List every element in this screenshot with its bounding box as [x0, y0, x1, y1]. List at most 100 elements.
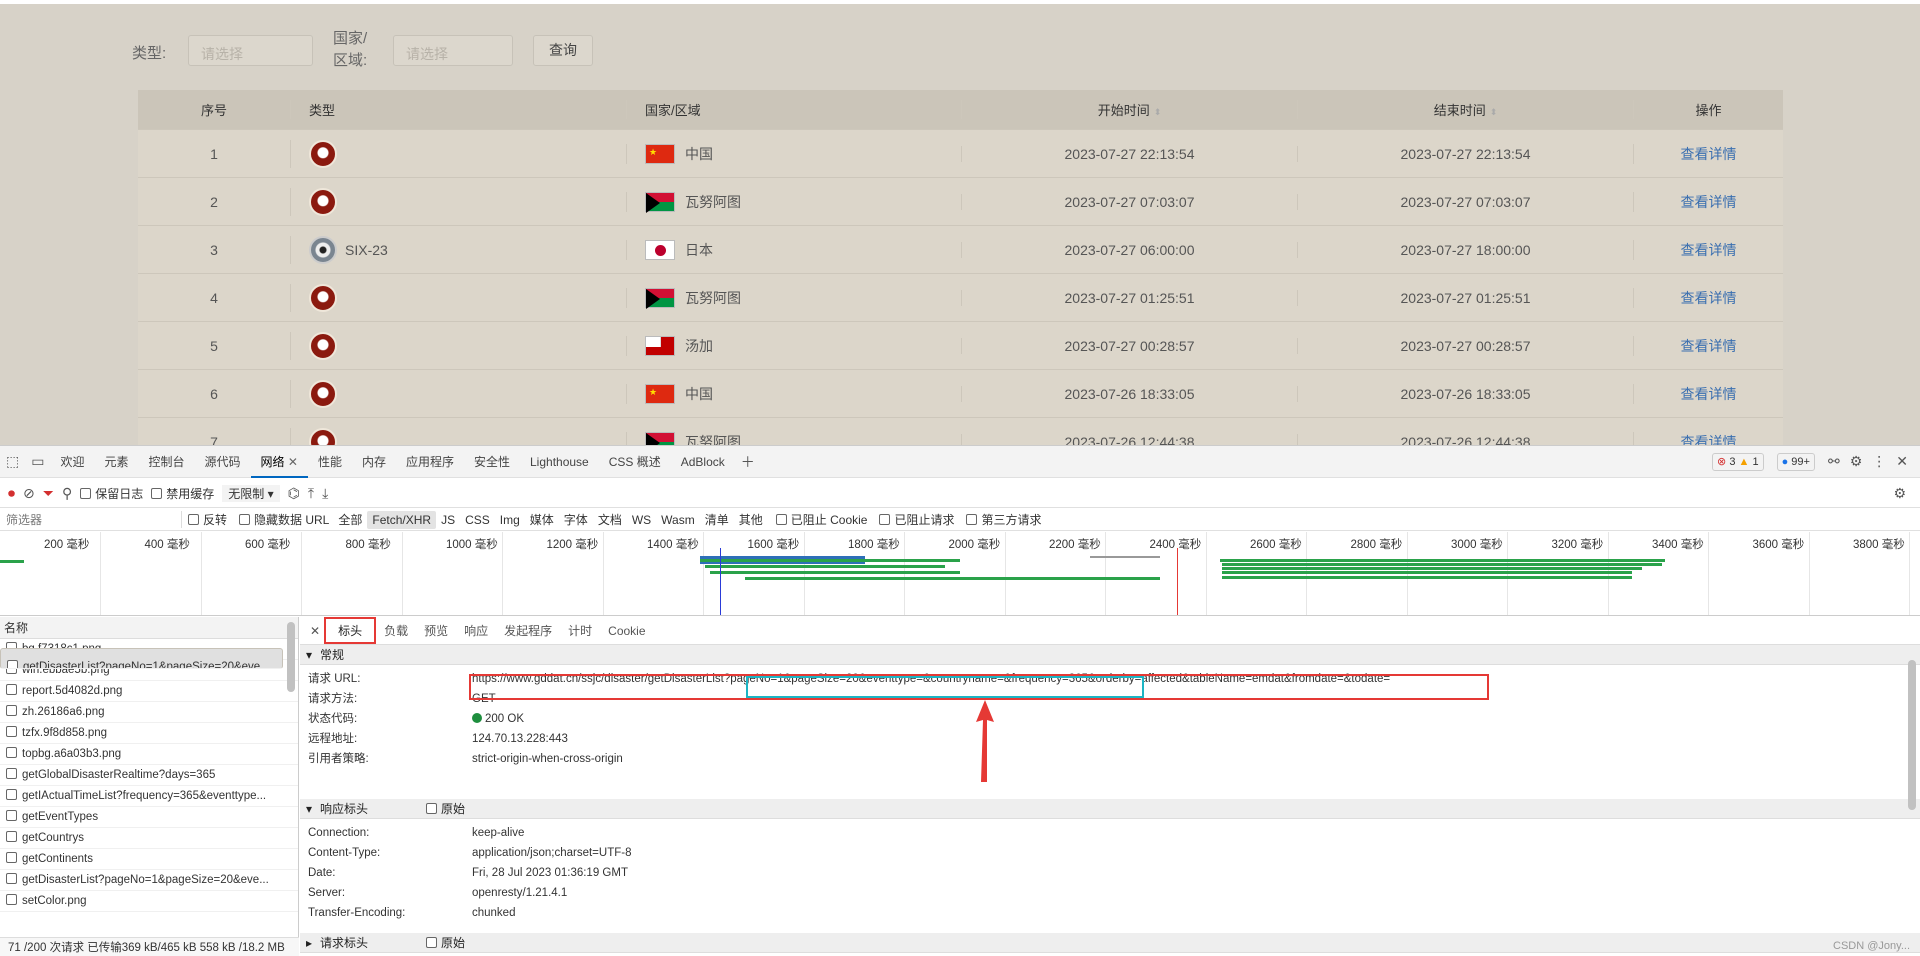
tab-2[interactable]: 控制台	[139, 446, 195, 478]
sort-icon[interactable]: ⬍	[1490, 107, 1498, 117]
blocked-cookie-checkbox[interactable]: 已阻止 Cookie	[775, 511, 867, 528]
view-details-link[interactable]: 查看详情	[1633, 191, 1783, 212]
request-row[interactable]: tzfx.9f8d858.png	[0, 723, 298, 744]
network-conditions-icon[interactable]: ⌬	[288, 485, 300, 502]
request-row[interactable]: topbg.a6a03b3.png	[0, 744, 298, 765]
sort-icon[interactable]: ⬍	[1154, 107, 1162, 117]
waterfall-bar	[1222, 567, 1642, 570]
type-filter-8[interactable]: Wasm	[656, 511, 700, 529]
filter-input[interactable]: 筛选器	[6, 511, 182, 528]
close-tab-icon[interactable]: ✕	[285, 455, 298, 469]
name-column-header[interactable]: 名称	[0, 617, 298, 639]
view-details-link[interactable]: 查看详情	[1633, 239, 1783, 260]
raw-checkbox[interactable]: 原始	[426, 799, 465, 819]
raw-checkbox[interactable]: 原始	[426, 933, 465, 953]
export-har-icon[interactable]: ⤓	[322, 485, 328, 502]
close-devtools-icon[interactable]: ✕	[1896, 453, 1908, 470]
device-toggle-icon[interactable]: ▭	[25, 453, 50, 470]
response-headers-header[interactable]: ▾ 响应标头 原始	[300, 799, 1920, 819]
detail-tab-3[interactable]: 响应	[456, 622, 496, 639]
request-headers-title: 请求标头	[320, 935, 369, 950]
type-filter-2[interactable]: CSS	[460, 511, 495, 529]
type-filter-6[interactable]: 文档	[593, 511, 627, 529]
issues-badge[interactable]: ⊗ 3 ▲ 1	[1712, 452, 1764, 471]
throttle-select[interactable]: 无限制 ▾	[222, 484, 280, 502]
search-icon[interactable]: ⚲	[62, 485, 72, 502]
query-button[interactable]: 查询	[533, 35, 593, 66]
type-filter-4[interactable]: 媒体	[525, 511, 559, 529]
close-detail-icon[interactable]: ✕	[310, 624, 320, 638]
detail-scrollbar[interactable]	[1908, 660, 1916, 810]
request-row[interactable]: getContinents	[0, 849, 298, 870]
filter-all[interactable]: 全部	[333, 511, 367, 529]
tab-8[interactable]: 安全性	[464, 446, 520, 478]
detail-tab-0[interactable]: 标头	[324, 617, 377, 644]
table-header: 序号 类型 国家/区域 开始时间 ⬍ 结束时间 ⬍ 操作	[138, 90, 1783, 130]
view-details-link[interactable]: 查看详情	[1633, 335, 1783, 356]
detail-tab-5[interactable]: 计时	[560, 622, 600, 639]
request-row[interactable]: report.5d4082d.png	[0, 681, 298, 702]
header-row: 引用者策略: strict-origin-when-cross-origin	[300, 749, 1920, 769]
import-har-icon[interactable]: ⤒	[308, 485, 314, 502]
detail-tab-2[interactable]: 预览	[416, 622, 456, 639]
request-list-scrollbar[interactable]	[287, 622, 295, 692]
type-filter-1[interactable]: JS	[436, 511, 460, 529]
inspect-icon[interactable]: ⬚	[0, 453, 25, 470]
blocked-request-checkbox[interactable]: 已阻止请求	[879, 511, 954, 528]
request-row[interactable]: setColor.png	[0, 891, 298, 912]
type-filter-3[interactable]: Img	[495, 511, 525, 529]
request-row[interactable]: getEventTypes	[0, 807, 298, 828]
messages-badge[interactable]: ● 99+	[1776, 452, 1815, 471]
tab-5[interactable]: 性能	[308, 446, 352, 478]
type-select[interactable]: 请选择	[188, 35, 313, 66]
country-select[interactable]: 请选择	[393, 35, 513, 66]
network-settings-icon[interactable]: ⚙	[1893, 485, 1906, 502]
view-details-link[interactable]: 查看详情	[1633, 383, 1783, 404]
more-tabs-icon[interactable]: ＋	[735, 452, 761, 472]
record-icon[interactable]: ⏺	[8, 485, 15, 502]
type-filter-5[interactable]: 字体	[559, 511, 593, 529]
type-filter-0[interactable]: Fetch/XHR	[367, 510, 437, 529]
detail-tab-6[interactable]: Cookie	[600, 624, 653, 638]
clear-icon[interactable]: ⊘	[23, 485, 35, 502]
header-row: 远程地址: 124.70.13.228:443	[300, 729, 1920, 749]
tab-11[interactable]: AdBlock	[671, 446, 735, 478]
tab-0[interactable]: 欢迎	[50, 446, 94, 478]
kebab-menu-icon[interactable]: ⋮	[1872, 453, 1886, 470]
filter-icon[interactable]: ⏷	[43, 485, 54, 502]
hide-data-url-checkbox[interactable]: 隐藏数据 URL	[239, 511, 329, 528]
tab-10[interactable]: CSS 概述	[599, 446, 671, 478]
col-end-label: 结束时间	[1433, 103, 1486, 118]
request-row[interactable]: getDisasterList?pageNo=1&pageSize=20&eve…	[0, 870, 298, 891]
request-row[interactable]: getGlobalDisasterRealtime?days=365	[0, 765, 298, 786]
view-details-link[interactable]: 查看详情	[1633, 431, 1783, 445]
view-details-link[interactable]: 查看详情	[1633, 287, 1783, 308]
request-headers-header[interactable]: ▸ 请求标头 原始	[300, 933, 1920, 953]
tab-6[interactable]: 内存	[352, 446, 396, 478]
disable-cache-checkbox[interactable]: 禁用缓存	[151, 485, 214, 502]
preserve-log-checkbox[interactable]: 保留日志	[80, 485, 143, 502]
type-filter-7[interactable]: WS	[627, 511, 656, 529]
tab-9[interactable]: Lighthouse	[520, 446, 599, 478]
invert-checkbox[interactable]: 反转	[188, 511, 227, 528]
settings-gear-icon[interactable]: ⚙	[1850, 453, 1863, 470]
tab-3[interactable]: 源代码	[195, 446, 251, 478]
type-filter-9[interactable]: 清单	[700, 511, 734, 529]
detail-tab-1[interactable]: 负载	[376, 622, 416, 639]
general-section-header[interactable]: ▾ 常规	[300, 645, 1920, 665]
request-row[interactable]: getDisasterList?pageNo=1&pageSize=20&eve…	[0, 648, 283, 669]
tab-7[interactable]: 应用程序	[396, 446, 464, 478]
request-row[interactable]: getIActualTimeList?frequency=365&eventty…	[0, 786, 298, 807]
request-row[interactable]: getCountrys	[0, 828, 298, 849]
request-row[interactable]: zh.26186a6.png	[0, 702, 298, 723]
type-filter-10[interactable]: 其他	[734, 511, 768, 529]
customize-icon[interactable]: ⚯	[1828, 453, 1840, 470]
third-party-checkbox[interactable]: 第三方请求	[966, 511, 1042, 528]
view-details-link[interactable]: 查看详情	[1633, 143, 1783, 164]
tab-1[interactable]: 元素	[94, 446, 138, 478]
network-overview-timeline[interactable]: 200 毫秒 400 毫秒 600 毫秒 800 毫秒 1000 毫秒 1200 毫秒 14…	[0, 532, 1920, 616]
col-end-time[interactable]: 结束时间 ⬍	[1297, 100, 1633, 119]
tab-4[interactable]: 网络 ✕	[250, 446, 308, 478]
detail-tab-4[interactable]: 发起程序	[496, 622, 560, 639]
col-start-time[interactable]: 开始时间 ⬍	[961, 100, 1297, 119]
